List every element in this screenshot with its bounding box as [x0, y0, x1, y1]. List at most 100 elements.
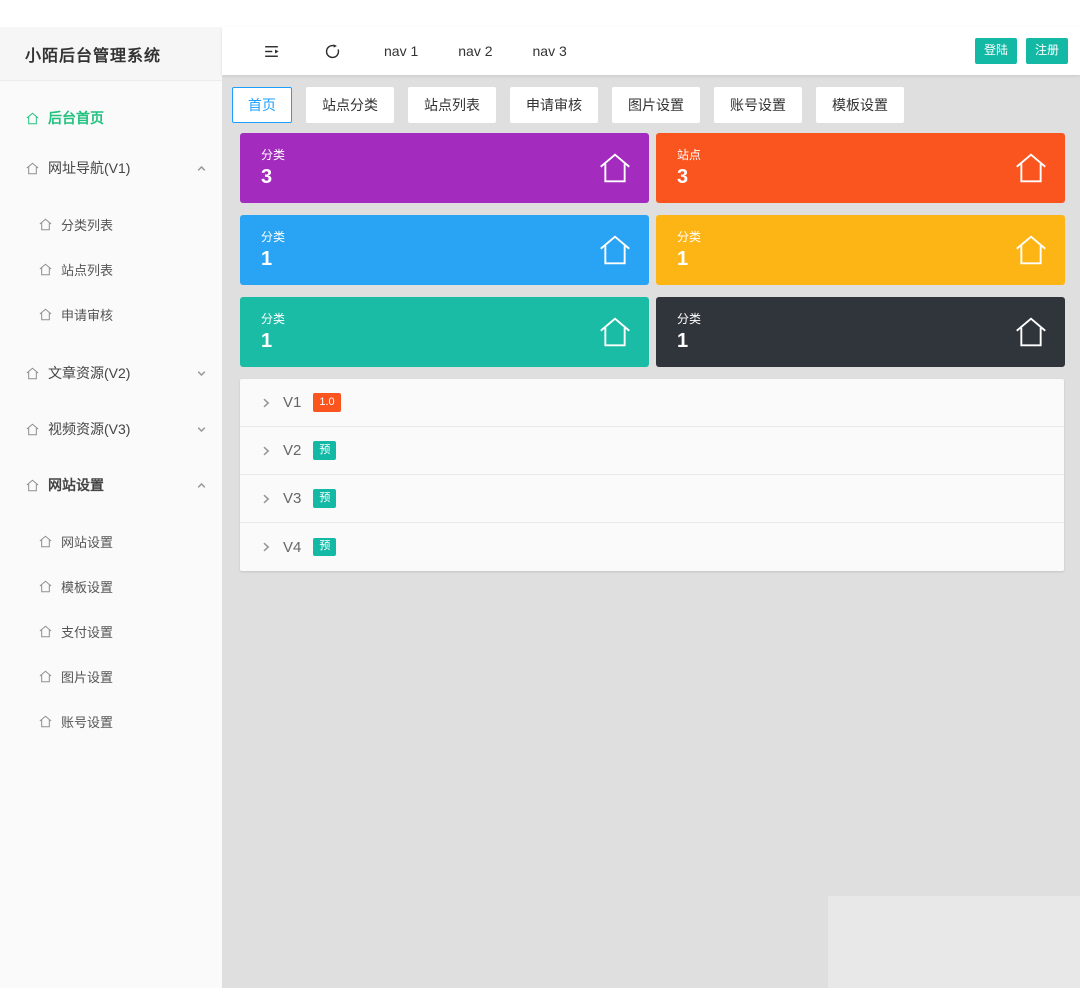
- login-button[interactable]: 登陆: [975, 38, 1017, 64]
- tab-site-category[interactable]: 站点分类: [306, 87, 394, 123]
- tab-account-settings[interactable]: 账号设置: [714, 87, 802, 123]
- stat-card-label: 分类: [261, 146, 628, 163]
- home-icon: [38, 714, 53, 729]
- home-icon: [38, 624, 53, 639]
- tab-bar: 首页 站点分类 站点列表 申请审核 图片设置 账号设置 模板设置: [232, 87, 1066, 123]
- sidebar-sublist: 分类列表 站点列表 申请审核: [0, 196, 222, 345]
- stat-card-category-yellow: 分类 1: [656, 215, 1065, 285]
- stat-card-value: 3: [261, 166, 628, 189]
- version-row-v2[interactable]: V2 预: [240, 427, 1064, 475]
- tab-site-list[interactable]: 站点列表: [408, 87, 496, 123]
- sidebar-item-label: 后台首页: [48, 108, 104, 128]
- stat-card-site-orange: 站点 3: [656, 133, 1065, 203]
- chevron-right-icon: [259, 444, 273, 458]
- sidebar-item-apply-review[interactable]: 申请审核: [0, 292, 222, 337]
- stat-card-value: 1: [677, 248, 1044, 271]
- version-badge: 预: [313, 538, 336, 556]
- tab-image-settings[interactable]: 图片设置: [612, 87, 700, 123]
- tab-home[interactable]: 首页: [232, 87, 292, 123]
- home-icon: [25, 366, 40, 381]
- main-content: 首页 站点分类 站点列表 申请审核 图片设置 账号设置 模板设置 分类 3 站点…: [222, 75, 1080, 988]
- stat-card-value: 1: [261, 248, 628, 271]
- stat-card-label: 分类: [261, 228, 628, 245]
- sidebar-sublist: 网站设置 模板设置 支付设置 图片设置 账号设置: [0, 513, 222, 752]
- chevron-up-icon: [195, 162, 208, 175]
- app-title: 小陌后台管理系统: [0, 27, 222, 81]
- sidebar-item-template-settings[interactable]: 模板设置: [0, 564, 222, 609]
- version-row-v1[interactable]: V1 1.0: [240, 379, 1064, 427]
- sidebar-item-category-list[interactable]: 分类列表: [0, 202, 222, 247]
- stat-card-value: 3: [677, 166, 1044, 189]
- stat-card-label: 站点: [677, 146, 1044, 163]
- home-icon: [596, 313, 634, 351]
- version-badge: 预: [313, 441, 336, 459]
- chevron-right-icon: [259, 492, 273, 506]
- sidebar-item-site-list[interactable]: 站点列表: [0, 247, 222, 292]
- sidebar-group-label: 网址导航(V1): [48, 158, 130, 178]
- sidebar-group-label: 文章资源(V2): [48, 363, 130, 383]
- home-icon: [596, 231, 634, 269]
- stat-card-label: 分类: [677, 310, 1044, 327]
- version-label: V3: [283, 490, 301, 507]
- chevron-up-icon: [195, 479, 208, 492]
- nav-link-3[interactable]: nav 3: [533, 43, 567, 59]
- stat-card-label: 分类: [261, 310, 628, 327]
- sidebar-item-home[interactable]: 后台首页: [0, 96, 222, 140]
- sidebar-menu: 后台首页 网址导航(V1) 分类列表 站点列表 申请审核 文章资源(V2): [0, 81, 222, 752]
- version-badge: 预: [313, 489, 336, 507]
- home-icon: [1012, 313, 1050, 351]
- sidebar-group-label: 网站设置: [48, 475, 104, 495]
- sidebar-item-label: 支付设置: [61, 622, 113, 641]
- version-row-v3[interactable]: V3 预: [240, 475, 1064, 523]
- sidebar: 小陌后台管理系统 后台首页 网址导航(V1) 分类列表 站点列表 申请审核: [0, 27, 222, 988]
- menu-fold-icon[interactable]: [262, 42, 281, 61]
- stat-card-category-teal: 分类 1: [240, 297, 649, 367]
- sidebar-item-label: 图片设置: [61, 667, 113, 686]
- nav-link-1[interactable]: nav 1: [384, 43, 418, 59]
- sidebar-group-article[interactable]: 文章资源(V2): [0, 345, 222, 401]
- top-navbar: nav 1 nav 2 nav 3 登陆 注册: [222, 27, 1080, 75]
- home-icon: [25, 478, 40, 493]
- home-icon: [596, 149, 634, 187]
- stat-card-category-dark: 分类 1: [656, 297, 1065, 367]
- home-icon: [25, 161, 40, 176]
- home-icon: [1012, 149, 1050, 187]
- sidebar-item-site-settings[interactable]: 网站设置: [0, 519, 222, 564]
- sidebar-group-site-settings[interactable]: 网站设置: [0, 457, 222, 513]
- version-badge: 1.0: [313, 393, 340, 411]
- tab-template-settings[interactable]: 模板设置: [816, 87, 904, 123]
- home-icon: [38, 262, 53, 277]
- sidebar-item-label: 模板设置: [61, 577, 113, 596]
- chevron-down-icon: [195, 423, 208, 436]
- sidebar-item-label: 分类列表: [61, 215, 113, 234]
- chevron-right-icon: [259, 540, 273, 554]
- home-icon: [38, 307, 53, 322]
- version-row-v4[interactable]: V4 预: [240, 523, 1064, 571]
- sidebar-item-label: 网站设置: [61, 532, 113, 551]
- version-label: V4: [283, 539, 301, 556]
- sidebar-item-image-settings[interactable]: 图片设置: [0, 654, 222, 699]
- version-label: V1: [283, 394, 301, 411]
- home-icon: [38, 534, 53, 549]
- chevron-down-icon: [195, 367, 208, 380]
- sidebar-group-label: 视频资源(V3): [48, 419, 130, 439]
- home-icon: [25, 422, 40, 437]
- sidebar-group-video[interactable]: 视频资源(V3): [0, 401, 222, 457]
- home-icon: [25, 111, 40, 126]
- home-icon: [38, 669, 53, 684]
- sidebar-item-label: 申请审核: [61, 305, 113, 324]
- refresh-icon[interactable]: [323, 42, 342, 61]
- version-panel: V1 1.0 V2 预 V3 预 V4 预: [240, 379, 1064, 571]
- sidebar-item-account-settings[interactable]: 账号设置: [0, 699, 222, 744]
- home-icon: [38, 579, 53, 594]
- stat-card-category-blue: 分类 1: [240, 215, 649, 285]
- stat-cards: 分类 3 站点 3 分类 1 分类 1 分类 1 分类 1: [240, 133, 1065, 367]
- stat-card-label: 分类: [677, 228, 1044, 245]
- stat-card-value: 1: [261, 330, 628, 353]
- sidebar-item-payment-settings[interactable]: 支付设置: [0, 609, 222, 654]
- sidebar-group-url-nav[interactable]: 网址导航(V1): [0, 140, 222, 196]
- tab-apply-review[interactable]: 申请审核: [510, 87, 598, 123]
- sidebar-item-label: 站点列表: [61, 260, 113, 279]
- register-button[interactable]: 注册: [1026, 38, 1068, 64]
- nav-link-2[interactable]: nav 2: [458, 43, 492, 59]
